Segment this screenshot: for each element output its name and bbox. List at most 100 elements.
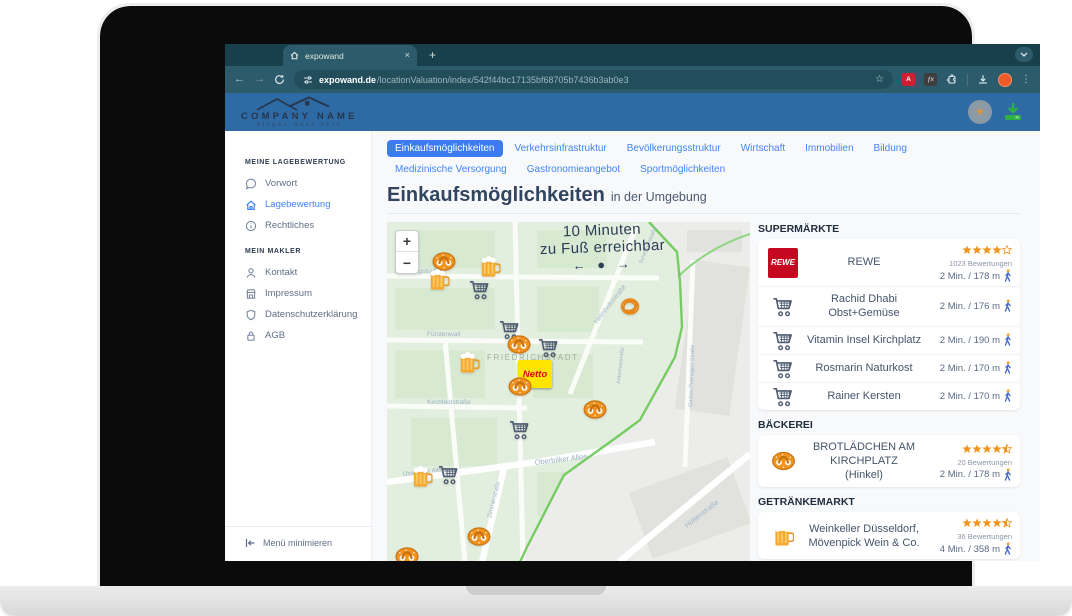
result-name-line1: Weinkeller Düsseldorf,: [804, 522, 924, 536]
result-row[interactable]: Rainer Kersten 2 Min. / 170 m: [758, 383, 1020, 410]
sidebar-item-datenschutzerklaerung[interactable]: Datenschutzerklärung: [225, 304, 371, 325]
map[interactable]: HerzogstraßeFürstenwallFRIEDRICHSTADTKir…: [387, 222, 750, 561]
pretzel-icon: [764, 451, 802, 471]
nav-tab-wirtschaft[interactable]: Wirtschaft: [733, 140, 793, 157]
results-card: Weinkeller Düsseldorf,Mövenpick Wein & C…: [758, 512, 1020, 559]
back-icon[interactable]: ←: [234, 74, 245, 85]
sidebar-item-rechtliches[interactable]: Rechtliches: [225, 215, 371, 236]
result-row[interactable]: REWEREWE1023 Bewertungen2 Min. / 178 m: [758, 239, 1020, 287]
cart-icon: [764, 358, 802, 379]
sidebar-section-title: MEIN MAKLER: [245, 248, 371, 255]
walking-person-icon: [1003, 299, 1012, 313]
beer-marker: [412, 465, 433, 493]
distance: 4 Min. / 358 m: [940, 542, 1012, 556]
result-row[interactable]: BROTLÄDCHEN AM KIRCHPLATZ(Hinkel)20 Bewe…: [758, 435, 1020, 488]
collapse-label: Menü minimieren: [263, 538, 332, 548]
sidebar-item-lagebewertung[interactable]: Lagebewertung: [225, 194, 371, 215]
site-settings-icon[interactable]: [303, 75, 313, 85]
fx-extension-icon[interactable]: ƒx: [924, 73, 937, 86]
cart-marker: [509, 419, 532, 445]
result-name: Vitamin Insel Kirchplatz: [802, 331, 926, 349]
toolbar-divider: [967, 74, 968, 86]
rewe-logo: REWE: [768, 248, 798, 278]
browser-tab[interactable]: expowand ×: [283, 45, 417, 66]
profile-avatar[interactable]: [998, 73, 1012, 87]
pretzel-marker: [507, 335, 532, 360]
tab-close-icon[interactable]: ×: [404, 50, 410, 61]
home-icon: [245, 199, 257, 211]
nav-tab-einkaufsmoeglichkeiten[interactable]: Einkaufsmöglichkeiten: [387, 140, 503, 157]
distance-text: 2 Min. / 170 m: [940, 363, 1000, 374]
result-name: Rainer Kersten: [802, 387, 926, 405]
nav-tab-sportmoeglichkeiten[interactable]: Sportmöglichkeiten: [632, 161, 733, 178]
sidebar-item-label: Lagebewertung: [265, 199, 331, 210]
company-slogan: Slogan Goes here: [256, 123, 342, 129]
beer-icon: [764, 524, 802, 547]
distance: 2 Min. / 178 m: [940, 269, 1012, 283]
browser-menu-icon[interactable]: ⋮: [1021, 74, 1031, 85]
result-name: REWE: [802, 253, 926, 271]
sidebar-item-kontakt[interactable]: Kontakt: [225, 262, 371, 283]
result-name: Rosmarin Naturkost: [802, 359, 926, 377]
zoom-in-button[interactable]: +: [396, 231, 418, 252]
pretzel-marker: [508, 377, 533, 402]
downloads-icon[interactable]: [977, 74, 989, 86]
nav-tab-bildung[interactable]: Bildung: [866, 140, 915, 157]
pretzel-marker: [395, 547, 420, 562]
report-download-icon[interactable]: [1002, 103, 1024, 122]
street-label: Kirchfeldstraße: [427, 399, 471, 406]
walking-person-icon: [1003, 333, 1012, 347]
distance: 2 Min. / 190 m: [940, 333, 1012, 347]
sidebar-item-label: Kontakt: [265, 267, 297, 278]
distance-text: 2 Min. / 178 m: [940, 469, 1000, 480]
results-section-title: GETRÄNKEMARKT: [758, 496, 1020, 508]
walking-person-icon: [1003, 542, 1012, 556]
sidebar: MEINE LAGEBEWERTUNG Vorwort Lagebewertung R…: [225, 131, 372, 561]
forward-icon[interactable]: →: [254, 74, 265, 85]
result-row[interactable]: Vitamin Insel Kirchplatz 2 Min. / 190 m: [758, 327, 1020, 355]
nav-tab-gastronomieangebot[interactable]: Gastronomieangebot: [519, 161, 628, 178]
distance: 2 Min. / 178 m: [940, 468, 1012, 482]
tab-title: expowand: [305, 51, 398, 61]
result-row[interactable]: Rachid Dhabi Obst+Gemüse2 Min. / 176 m: [758, 287, 1020, 327]
rating-stars: [962, 515, 1012, 533]
nav-tab-verkehrsinfrastruktur[interactable]: Verkehrsinfrastruktur: [507, 140, 615, 157]
sidebar-item-agb[interactable]: AGB: [225, 325, 371, 346]
laptop-groove: [466, 586, 606, 595]
distance-text: 2 Min. / 170 m: [940, 391, 1000, 402]
rating-stars: [962, 242, 1012, 260]
result-row[interactable]: Rosmarin Naturkost 2 Min. / 170 m: [758, 355, 1020, 383]
result-row[interactable]: Weinkeller Düsseldorf,Mövenpick Wein & C…: [758, 512, 1020, 559]
nav-tab-immobilien[interactable]: Immobilien: [797, 140, 861, 157]
pdf-extension-icon[interactable]: A: [902, 73, 915, 86]
loading-sun-icon[interactable]: ☀: [968, 100, 992, 124]
beer-marker: [429, 268, 450, 296]
zoom-out-button[interactable]: −: [396, 252, 418, 273]
result-meta: 2 Min. / 190 m: [926, 333, 1012, 347]
address-bar[interactable]: expowand.de /locationValuation/index/542…: [294, 70, 893, 89]
browser-toolbar: ← → expowand.de /locationValuation/index…: [225, 66, 1040, 93]
distance-text: 2 Min. / 190 m: [940, 335, 1000, 346]
sidebar-item-label: AGB: [265, 330, 285, 341]
nav-tab-bevoelkerungsstruktur[interactable]: Bevölkerungsstruktur: [619, 140, 729, 157]
result-name-line1: BROTLÄDCHEN AM KIRCHPLATZ: [804, 440, 924, 469]
sidebar-section-title: MEINE LAGEBEWERTUNG: [245, 159, 371, 166]
rewe-icon: REWE: [764, 248, 802, 278]
bookmark-star-icon[interactable]: ☆: [875, 74, 884, 85]
browser-tab-bar: expowand × +: [225, 44, 1040, 66]
walking-person-icon: [1003, 468, 1012, 482]
collapse-icon: [245, 538, 256, 548]
sidebar-item-impressum[interactable]: Impressum: [225, 283, 371, 304]
tab-list-chevron-icon[interactable]: [1015, 47, 1033, 62]
sidebar-item-label: Impressum: [265, 288, 312, 299]
new-tab-button[interactable]: +: [429, 45, 436, 65]
nav-tab-medizinische-versorgung[interactable]: Medizinische Versorgung: [387, 161, 515, 178]
reload-icon[interactable]: [274, 74, 285, 85]
url-host: expowand.de: [319, 75, 376, 85]
result-name-line1: REWE: [804, 255, 924, 269]
laptop-screen: expowand × + ← → expowa: [100, 6, 972, 586]
collapse-menu-button[interactable]: Menü minimieren: [225, 526, 371, 561]
result-meta: 2 Min. / 170 m: [926, 389, 1012, 403]
extensions-puzzle-icon[interactable]: [946, 74, 958, 86]
sidebar-item-vorwort[interactable]: Vorwort: [225, 173, 371, 194]
